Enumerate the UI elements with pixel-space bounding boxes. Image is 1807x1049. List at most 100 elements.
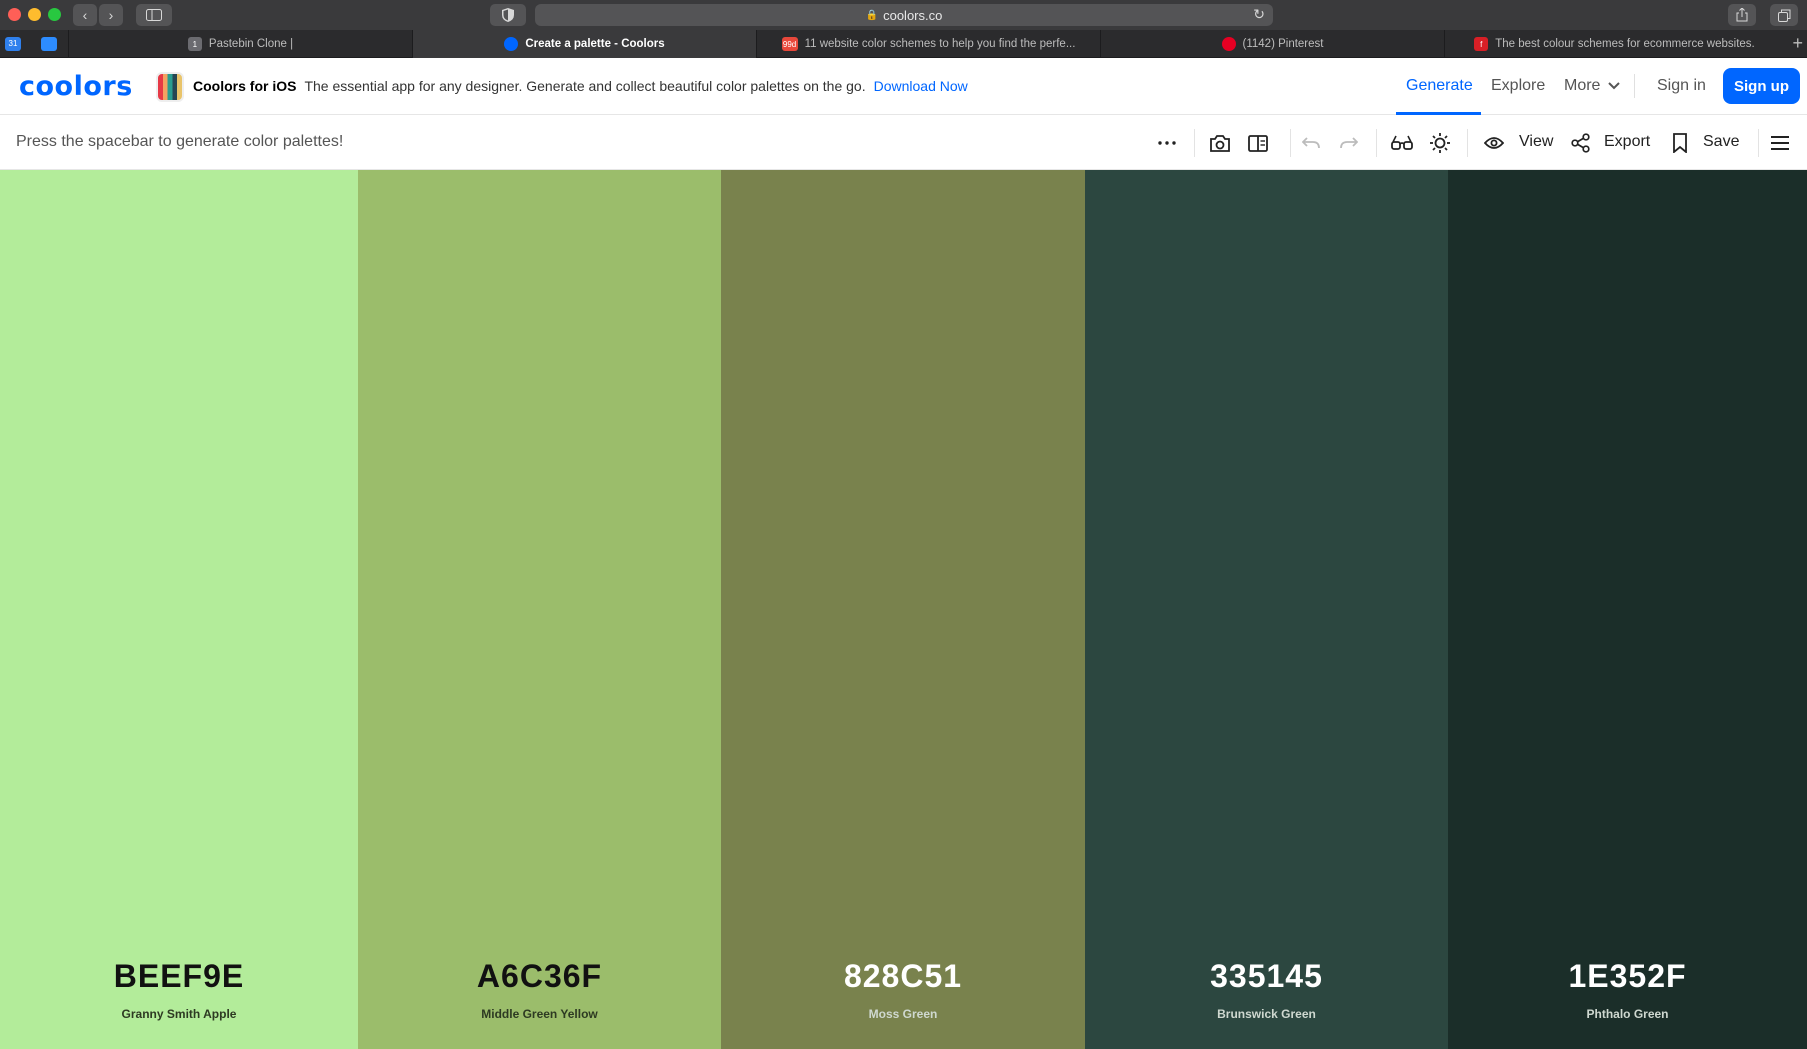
save-button[interactable] [1668,131,1692,155]
tab-ecommerce-colour-schemes[interactable]: f The best colour schemes for ecommerce … [1444,30,1784,58]
chevron-left-icon: ‹ [82,7,88,23]
tab-pastebin[interactable]: 1 Pastebin Clone | [68,30,412,58]
shield-icon [502,8,514,22]
export-label[interactable]: Export [1604,133,1650,151]
color-name: Granny Smith Apple [121,1007,237,1021]
article-favicon-icon: f [1474,37,1489,51]
tabs-icon [1777,9,1790,22]
tab-title: Pastebin Clone | [208,38,294,50]
chevron-right-icon: › [108,7,114,23]
nav-explore[interactable]: Explore [1491,77,1545,95]
tab-title: Create a palette - Coolors [525,38,665,50]
sidebar-toggle-button[interactable] [136,4,172,26]
color-hex-code[interactable]: A6C36F [358,958,721,995]
ellipsis-icon [1158,141,1176,145]
tab-title: The best colour schemes for ecommerce we… [1495,38,1755,50]
color-swatch[interactable]: BEEF9E Granny Smith Apple [0,170,358,1049]
palette-layout-button[interactable] [1246,131,1270,155]
menu-button[interactable] [1768,131,1792,155]
undo-button[interactable] [1299,131,1323,155]
sun-icon [1430,133,1450,153]
toolbar-divider [1758,129,1759,157]
nav-more-label: More [1564,77,1601,94]
zoom-window-button[interactable] [48,8,61,21]
color-swatch[interactable]: 335145 Brunswick Green [1085,170,1448,1049]
color-name: Middle Green Yellow [481,1007,598,1021]
url-text: coolors.co [883,7,943,23]
tab-overview-button[interactable] [1770,4,1798,26]
tab-website-color-schemes[interactable]: 99d 11 website color schemes to help you… [756,30,1100,58]
privacy-report-button[interactable] [490,4,526,26]
promo-text: The essential app for any designer. Gene… [304,78,866,94]
browser-tabbar: 31 1 Pastebin Clone | Create a palette -… [0,30,1807,58]
toolbar-divider [1467,129,1468,157]
address-bar[interactable]: 🔒 coolors.co ↻ [535,4,1273,26]
chevron-down-icon [1608,82,1621,90]
color-name: Brunswick Green [1217,1007,1316,1021]
color-hex-code[interactable]: 828C51 [721,958,1085,995]
tab-title: 11 website color schemes to help you fin… [804,38,1076,50]
color-palette: BEEF9E Granny Smith Apple A6C36F Middle … [0,170,1807,1049]
hamburger-icon [1771,136,1789,150]
redo-icon [1340,137,1358,149]
nav-more-dropdown[interactable]: More [1564,77,1621,95]
view-button[interactable] [1482,131,1506,155]
color-name: Moss Green [868,1007,938,1021]
sign-up-button[interactable]: Sign up [1723,68,1800,104]
color-blindness-button[interactable] [1390,131,1414,155]
nav-divider [1634,74,1635,98]
download-now-link[interactable]: Download Now [874,78,968,94]
color-hex-code[interactable]: BEEF9E [0,958,358,995]
sidebar-icon [146,9,162,21]
ios-promo-banner: Coolors for iOS The essential app for an… [193,78,968,94]
new-tab-plus-icon[interactable]: + [1792,33,1803,54]
toolbar-divider [1290,129,1291,157]
undo-icon [1302,137,1320,149]
close-window-button[interactable] [8,8,21,21]
color-swatch[interactable]: A6C36F Middle Green Yellow [358,170,721,1049]
ios-app-icon [156,72,184,102]
reload-icon[interactable]: ↻ [1253,6,1265,23]
share-nodes-icon [1571,133,1590,153]
color-hex-code[interactable]: 335145 [1085,958,1448,995]
lock-icon: 🔒 [865,9,879,21]
export-button[interactable] [1569,131,1593,155]
adjust-palette-button[interactable] [1428,131,1452,155]
promo-title: Coolors for iOS [193,78,297,94]
color-swatch[interactable]: 828C51 Moss Green [721,170,1085,1049]
99designs-favicon-icon: 99d [781,37,798,51]
spacebar-hint: Press the spacebar to generate color pal… [16,133,344,150]
save-label[interactable]: Save [1703,133,1739,151]
redo-button[interactable] [1337,131,1361,155]
pinned-tab-calendar[interactable]: 31 [5,37,21,51]
forward-button[interactable]: › [99,4,123,26]
tab-coolors[interactable]: Create a palette - Coolors [412,30,756,58]
more-options-button[interactable] [1155,131,1179,155]
color-swatch[interactable]: 1E352F Phthalo Green [1448,170,1807,1049]
back-button[interactable]: ‹ [73,4,97,26]
coolors-favicon-icon [504,37,519,51]
image-picker-button[interactable] [1208,131,1232,155]
columns-icon [1248,134,1268,152]
browser-titlebar: ‹ › 🔒 coolors.co ↻ [0,0,1807,30]
color-name: Phthalo Green [1586,1007,1669,1021]
minimize-window-button[interactable] [28,8,41,21]
view-label[interactable]: View [1519,133,1553,151]
nav-generate[interactable]: Generate [1406,77,1473,95]
eye-icon [1484,137,1504,149]
coolors-logo[interactable]: coolors [19,71,133,102]
toolbar-divider [1194,129,1195,157]
share-button[interactable] [1728,4,1756,26]
color-hex-code[interactable]: 1E352F [1448,958,1807,995]
glasses-icon [1391,135,1413,150]
pinned-tab-zoom[interactable] [41,37,57,51]
tab-pinterest[interactable]: (1142) Pinterest [1100,30,1444,58]
generator-toolbar: Press the spacebar to generate color pal… [0,115,1807,170]
camera-icon [1210,134,1230,152]
sign-in-link[interactable]: Sign in [1657,77,1706,95]
site-header: coolors Coolors for iOS The essential ap… [0,58,1807,115]
pastebin-favicon-icon: 1 [187,37,202,51]
share-icon [1736,8,1748,22]
pinterest-favicon-icon [1221,37,1236,51]
toolbar-divider [1376,129,1377,157]
